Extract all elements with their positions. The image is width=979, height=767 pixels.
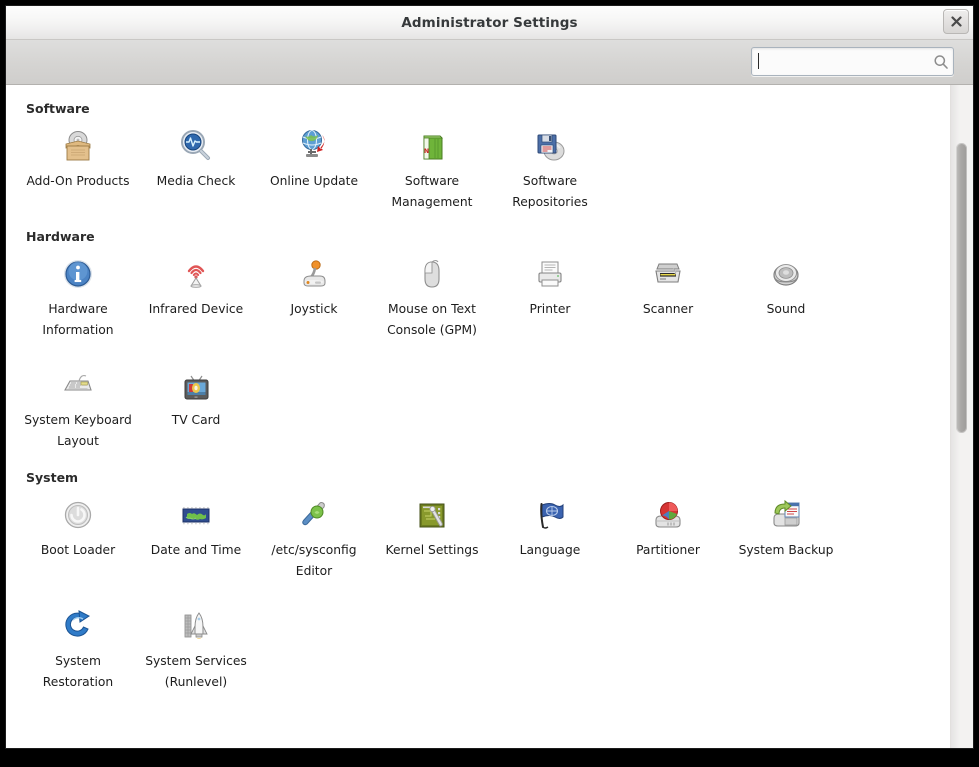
module-item[interactable]: TV Card [137, 359, 255, 452]
section-grid-software: Add-On Products Media Check Online Update S… [6, 116, 859, 213]
section-title-software: Software [26, 101, 90, 116]
module-item-label: Partitioner [636, 543, 700, 557]
globe-download-icon [295, 127, 333, 165]
module-item-label: System Keyboard Layout [24, 413, 132, 448]
administrator-settings-window: Administrator Settings Software Add-On Pr… [6, 6, 973, 748]
module-item-label: Media Check [156, 174, 236, 188]
module-item-label: Mouse on Text Console (GPM) [387, 302, 477, 337]
module-item[interactable]: Media Check [137, 120, 255, 213]
harddisk-backup-icon [767, 496, 805, 534]
row-spacer [19, 582, 859, 600]
module-item[interactable]: Partitioner [609, 489, 727, 582]
section-grid-hardware: Hardware Information Infrared Device Joyst… [6, 244, 859, 452]
module-item-label: Joystick [290, 302, 338, 316]
module-item-label: TV Card [171, 413, 221, 427]
section-grid-system: Boot Loader Date and Time/etc/sysconfig E… [6, 485, 859, 693]
blue-refresh-arrow-icon [59, 607, 97, 645]
module-item-label: Kernel Settings [385, 543, 479, 557]
module-item[interactable]: Joystick [255, 248, 373, 341]
sections-container: Software Add-On Products Media Check Online… [6, 85, 951, 693]
television-icon [177, 366, 215, 404]
search-icon [929, 54, 953, 70]
speaker-icon [767, 255, 805, 293]
module-item[interactable]: /etc/sysconfig Editor [255, 489, 373, 582]
printer-icon [531, 255, 569, 293]
module-item[interactable]: System Backup [727, 489, 845, 582]
module-item-label: Scanner [642, 302, 694, 316]
module-item[interactable]: System Restoration [19, 600, 137, 693]
module-item[interactable]: Infrared Device [137, 248, 255, 341]
module-item-label: Printer [529, 302, 571, 316]
module-item[interactable]: Language [491, 489, 609, 582]
module-item[interactable]: Hardware Information [19, 248, 137, 341]
close-icon [950, 16, 962, 27]
flag-icon [531, 496, 569, 534]
joystick-icon [295, 255, 333, 293]
search-input[interactable] [752, 48, 913, 75]
floppy-cd-icon [531, 127, 569, 165]
module-item-label: Add-On Products [26, 174, 130, 188]
scanner-icon [649, 255, 687, 293]
module-item-label: Language [519, 543, 581, 557]
window-title: Administrator Settings [401, 14, 578, 31]
vertical-scrollbar[interactable] [950, 85, 973, 748]
infrared-waves-icon [177, 255, 215, 293]
module-item-label: Software Repositories [512, 174, 588, 209]
module-item-label: Infrared Device [148, 302, 244, 316]
module-item[interactable]: Boot Loader [19, 489, 137, 582]
module-item-label: System Restoration [42, 654, 114, 689]
module-item-label: System Services (Runlevel) [145, 654, 247, 689]
scrollbar-thumb[interactable] [956, 143, 967, 433]
module-item[interactable]: Software Repositories [491, 120, 609, 213]
space-shuttle-icon [177, 607, 215, 645]
module-item[interactable]: Software Management [373, 120, 491, 213]
scroll-viewport: Software Add-On Products Media Check Online… [6, 85, 951, 748]
module-item[interactable]: Printer [491, 248, 609, 341]
module-item-label: Boot Loader [40, 543, 116, 557]
close-button[interactable] [943, 9, 969, 34]
module-item[interactable]: Sound [727, 248, 845, 341]
mouse-icon [413, 255, 451, 293]
wrench-screwdriver-icon [295, 496, 333, 534]
section-title-hardware: Hardware [26, 229, 95, 244]
window-titlebar: Administrator Settings [6, 6, 973, 40]
toolbar [6, 40, 973, 85]
module-item-label: Date and Time [150, 543, 242, 557]
text-caret [758, 53, 759, 69]
module-item[interactable]: Add-On Products [19, 120, 137, 213]
module-item[interactable]: System Services (Runlevel) [137, 600, 255, 693]
circuit-board-icon [413, 496, 451, 534]
module-item[interactable]: Date and Time [137, 489, 255, 582]
world-map-icon [177, 496, 215, 534]
module-item-label: Sound [766, 302, 806, 316]
magnifier-pulse-icon [177, 127, 215, 165]
blue-info-icon [59, 255, 97, 293]
row-spacer [19, 341, 859, 359]
module-item[interactable]: Kernel Settings [373, 489, 491, 582]
module-item[interactable]: System Keyboard Layout [19, 359, 137, 452]
harddisk-piechart-icon [649, 496, 687, 534]
settings-content-area: Software Add-On Products Media Check Online… [6, 85, 973, 748]
module-item-label: /etc/sysconfig Editor [271, 543, 357, 578]
module-item-label: Software Management [391, 174, 473, 209]
green-package-icon [413, 127, 451, 165]
module-item[interactable]: Online Update [255, 120, 373, 213]
search-box[interactable] [751, 47, 954, 76]
section-title-system: System [26, 470, 79, 485]
module-item-label: System Backup [738, 543, 834, 557]
power-button-icon [59, 496, 97, 534]
module-item-label: Online Update [269, 174, 359, 188]
module-item-label: Hardware Information [42, 302, 114, 337]
module-item[interactable]: Scanner [609, 248, 727, 341]
keyboard-icon [59, 366, 97, 404]
module-item[interactable]: Mouse on Text Console (GPM) [373, 248, 491, 341]
package-box-cd-icon [59, 127, 97, 165]
